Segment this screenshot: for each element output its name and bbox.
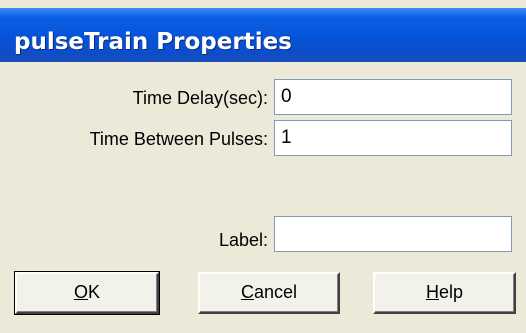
- label-input[interactable]: [274, 216, 512, 252]
- help-button[interactable]: Help: [373, 272, 516, 314]
- time-delay-label: Time Delay(sec):: [132, 88, 268, 108]
- label-field-label: Label:: [218, 230, 268, 250]
- cancel-mnemonic: C: [240, 282, 254, 302]
- cancel-button[interactable]: Cancel: [198, 272, 340, 314]
- ok-label-rest: K: [88, 282, 101, 302]
- time-delay-input[interactable]: 0: [274, 79, 512, 115]
- cancel-label-rest: ancel: [253, 282, 298, 302]
- ok-button[interactable]: OK: [14, 271, 160, 315]
- window-title: pulseTrain Properties: [14, 29, 292, 55]
- time-between-pulses-label: Time Between Pulses:: [89, 129, 268, 149]
- properties-dialog: pulseTrain Properties Time Delay(sec): 0…: [0, 0, 526, 333]
- help-mnemonic: H: [425, 282, 439, 302]
- help-label-rest: elp: [438, 282, 464, 302]
- ok-mnemonic: O: [73, 282, 88, 302]
- time-between-pulses-input[interactable]: 1: [274, 120, 512, 156]
